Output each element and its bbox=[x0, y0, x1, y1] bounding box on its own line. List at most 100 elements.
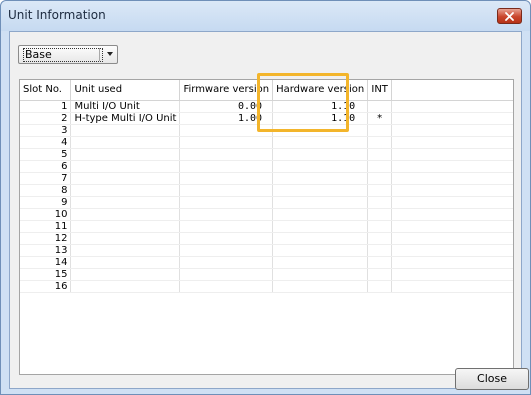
table-row[interactable]: 6 bbox=[20, 160, 513, 173]
cell-empty bbox=[391, 280, 513, 293]
window-title: Unit Information bbox=[8, 8, 106, 22]
header-unit-used[interactable]: Unit used bbox=[70, 80, 181, 101]
cell-int bbox=[367, 124, 393, 137]
table-row[interactable]: 14 bbox=[20, 256, 513, 269]
cell-firmware-version: 1.00 bbox=[179, 112, 274, 125]
cell-unit-used bbox=[70, 160, 181, 173]
cell-firmware-version bbox=[179, 172, 274, 185]
cell-firmware-version: 0.00 bbox=[179, 100, 274, 113]
cell-slot-no: 6 bbox=[20, 160, 72, 173]
table-row[interactable]: 12 bbox=[20, 232, 513, 245]
cell-hardware-version: 1.10 bbox=[272, 100, 369, 113]
cell-empty bbox=[391, 160, 513, 173]
cell-firmware-version bbox=[179, 148, 274, 161]
close-x-icon bbox=[505, 11, 514, 21]
cell-hardware-version bbox=[272, 124, 369, 137]
cell-hardware-version bbox=[272, 172, 369, 185]
unit-type-dropdown[interactable]: Base bbox=[18, 45, 118, 64]
cell-empty bbox=[391, 148, 513, 161]
cell-int bbox=[367, 148, 393, 161]
dropdown-separator bbox=[99, 48, 100, 61]
window-close-button[interactable] bbox=[497, 8, 522, 24]
cell-hardware-version bbox=[272, 136, 369, 149]
cell-firmware-version bbox=[179, 196, 274, 209]
cell-int bbox=[367, 208, 393, 221]
cell-unit-used bbox=[70, 280, 181, 293]
table-row[interactable]: 8 bbox=[20, 184, 513, 197]
cell-unit-used bbox=[70, 256, 181, 269]
cell-firmware-version bbox=[179, 124, 274, 137]
table-row[interactable]: 7 bbox=[20, 172, 513, 185]
chevron-down-icon bbox=[107, 52, 113, 56]
cell-slot-no: 14 bbox=[20, 256, 72, 269]
cell-unit-used bbox=[70, 124, 181, 137]
cell-slot-no: 7 bbox=[20, 172, 72, 185]
cell-unit-used: H-type Multi I/O Unit bbox=[70, 112, 181, 125]
cell-int bbox=[367, 172, 393, 185]
cell-empty bbox=[391, 268, 513, 281]
cell-int bbox=[367, 196, 393, 209]
table-row[interactable]: 3 bbox=[20, 124, 513, 137]
cell-unit-used bbox=[70, 208, 181, 221]
cell-firmware-version bbox=[179, 136, 274, 149]
table-row[interactable]: 15 bbox=[20, 268, 513, 281]
cell-firmware-version bbox=[179, 208, 274, 221]
table-row[interactable]: 10 bbox=[20, 208, 513, 221]
cell-int bbox=[367, 268, 393, 281]
cell-hardware-version bbox=[272, 220, 369, 233]
cell-slot-no: 16 bbox=[20, 280, 72, 293]
cell-empty bbox=[391, 208, 513, 221]
cell-hardware-version bbox=[272, 184, 369, 197]
table-row[interactable]: 11 bbox=[20, 220, 513, 233]
cell-firmware-version bbox=[179, 160, 274, 173]
unit-table[interactable]: Slot No. Unit used Firmware version Hard… bbox=[19, 79, 514, 375]
table-row[interactable]: 1 Multi I/O Unit 0.00 1.10 bbox=[20, 100, 513, 113]
cell-firmware-version bbox=[179, 268, 274, 281]
cell-empty bbox=[391, 184, 513, 197]
cell-unit-used bbox=[70, 172, 181, 185]
cell-hardware-version: 1.10 bbox=[272, 112, 369, 125]
cell-empty bbox=[391, 220, 513, 233]
table-row[interactable]: 13 bbox=[20, 244, 513, 257]
header-firmware-version[interactable]: Firmware version bbox=[179, 80, 274, 101]
cell-slot-no: 9 bbox=[20, 196, 72, 209]
table-row[interactable]: 4 bbox=[20, 136, 513, 149]
cell-unit-used bbox=[70, 232, 181, 245]
cell-empty bbox=[391, 244, 513, 257]
header-slot-no[interactable]: Slot No. bbox=[20, 80, 72, 101]
cell-firmware-version bbox=[179, 232, 274, 245]
cell-slot-no: 5 bbox=[20, 148, 72, 161]
cell-slot-no: 3 bbox=[20, 124, 72, 137]
cell-firmware-version bbox=[179, 220, 274, 233]
header-int[interactable]: INT bbox=[367, 80, 393, 101]
cell-slot-no: 15 bbox=[20, 268, 72, 281]
dropdown-selected-value: Base bbox=[23, 48, 103, 62]
cell-empty bbox=[391, 256, 513, 269]
cell-slot-no: 12 bbox=[20, 232, 72, 245]
cell-int bbox=[367, 244, 393, 257]
table-row[interactable]: 16 bbox=[20, 280, 513, 293]
cell-slot-no: 8 bbox=[20, 184, 72, 197]
cell-firmware-version bbox=[179, 256, 274, 269]
header-empty bbox=[391, 80, 513, 101]
cell-int bbox=[367, 232, 393, 245]
cell-slot-no: 2 bbox=[20, 112, 72, 125]
unit-information-window: Unit Information Base Slot No. Unit used… bbox=[0, 0, 531, 395]
cell-int bbox=[367, 256, 393, 269]
cell-empty bbox=[391, 136, 513, 149]
title-bar[interactable]: Unit Information bbox=[1, 1, 530, 31]
close-button[interactable]: Close bbox=[455, 368, 529, 390]
cell-unit-used bbox=[70, 268, 181, 281]
cell-slot-no: 11 bbox=[20, 220, 72, 233]
cell-int: * bbox=[367, 112, 393, 125]
table-row[interactable]: 9 bbox=[20, 196, 513, 209]
table-row[interactable]: 5 bbox=[20, 148, 513, 161]
cell-unit-used bbox=[70, 136, 181, 149]
cell-unit-used bbox=[70, 148, 181, 161]
cell-empty bbox=[391, 112, 513, 125]
cell-empty bbox=[391, 172, 513, 185]
table-row[interactable]: 2 H-type Multi I/O Unit 1.00 1.10 * bbox=[20, 112, 513, 125]
cell-empty bbox=[391, 124, 513, 137]
header-hardware-version[interactable]: Hardware version bbox=[272, 80, 369, 101]
cell-firmware-version bbox=[179, 280, 274, 293]
